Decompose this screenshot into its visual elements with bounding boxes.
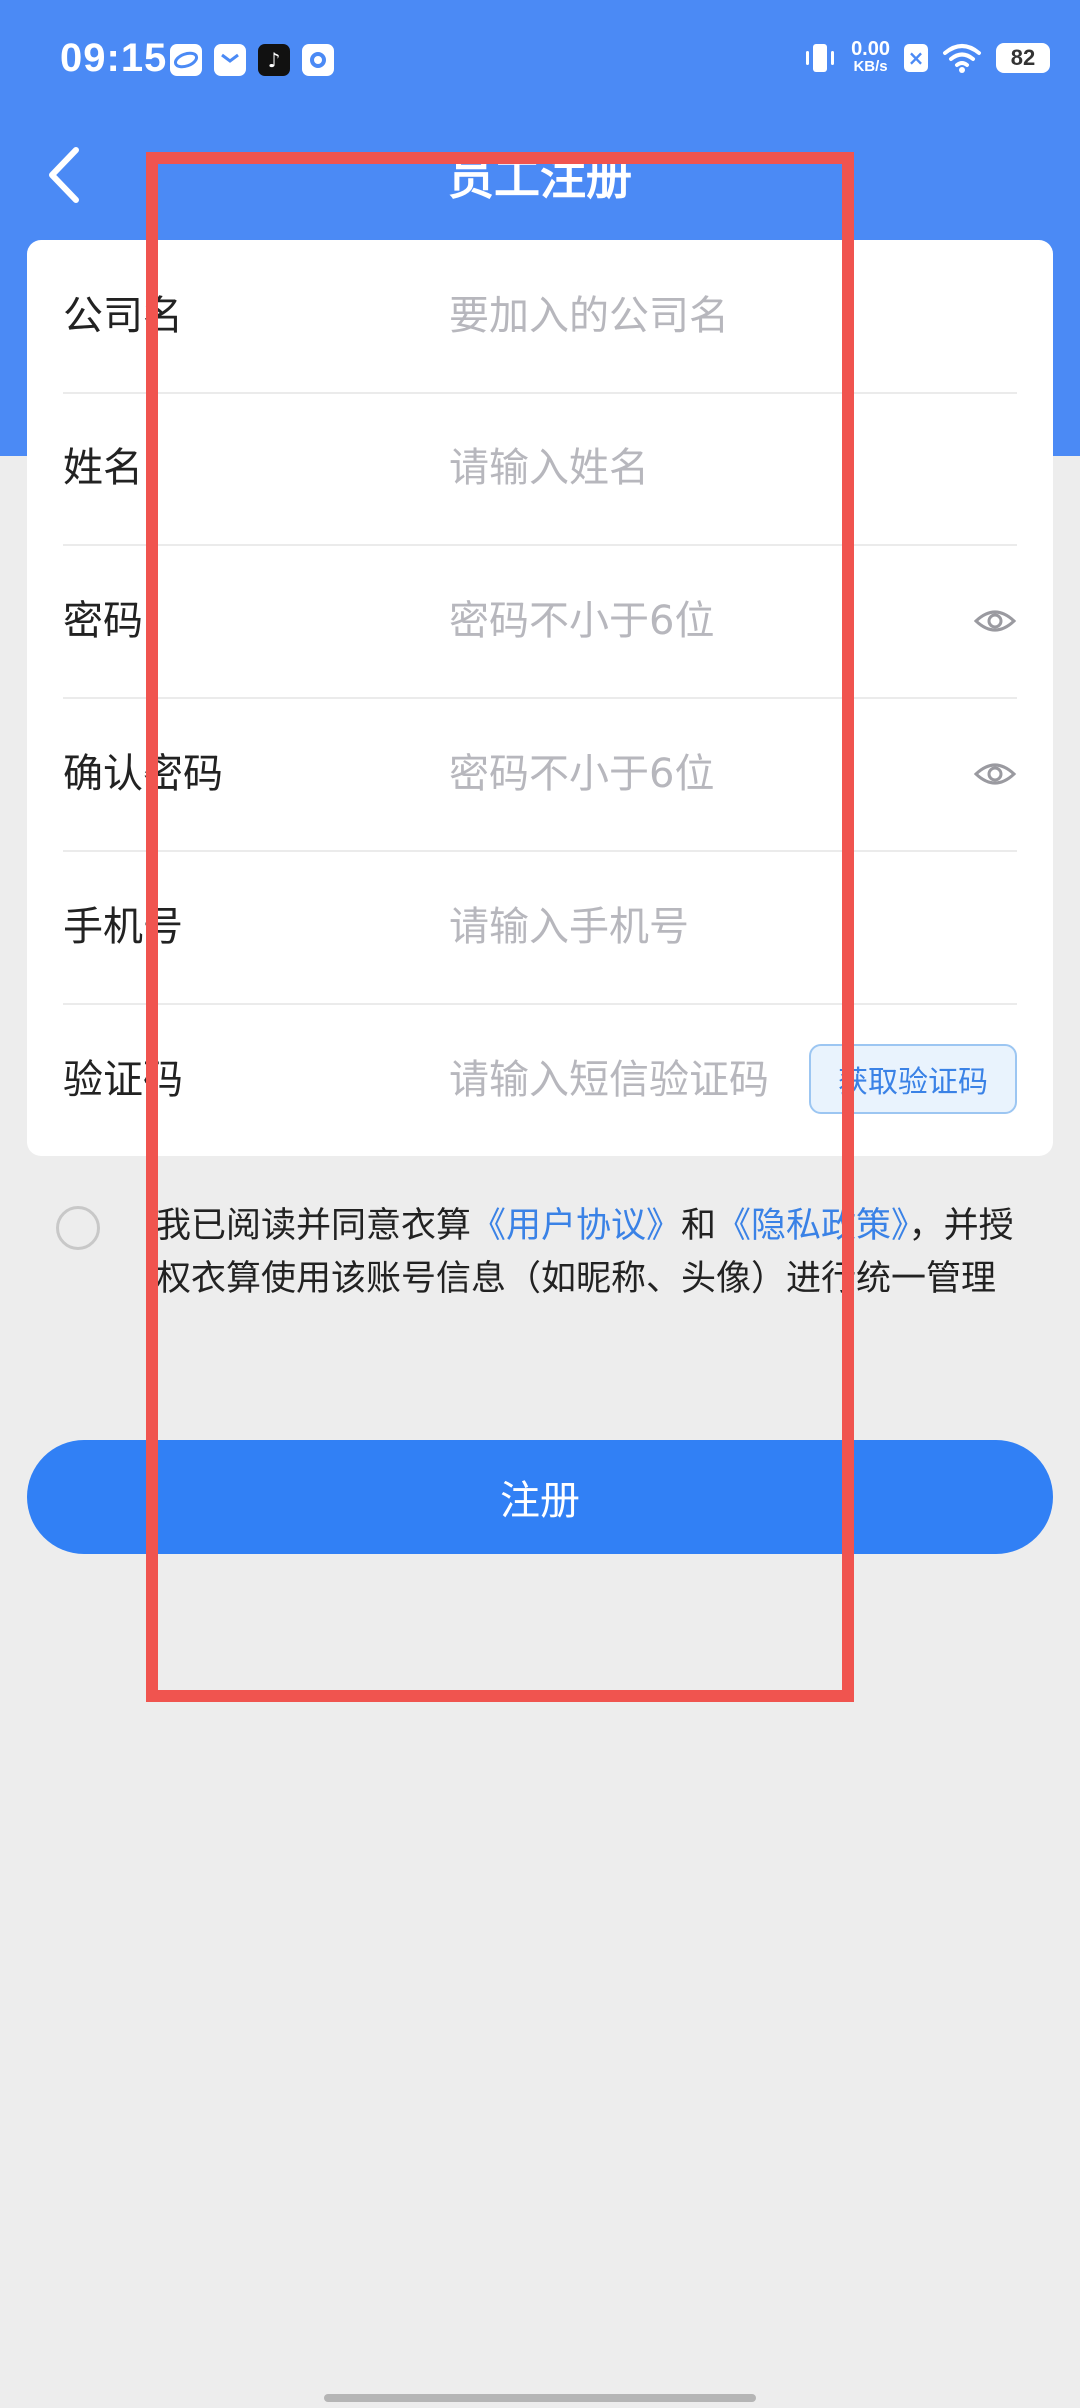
- mail-icon: [214, 44, 246, 76]
- confirm-password-label: 确认密码: [63, 751, 223, 797]
- wifi-icon: [943, 44, 981, 73]
- confirm-password-input[interactable]: [449, 746, 849, 802]
- agreement-text: 我已阅读并同意衣算《用户协议》和《隐私政策》，并授权衣算使用该账号信息（如昵称、…: [156, 1200, 1026, 1306]
- vibrate-icon: [806, 44, 835, 72]
- page-title: 员工注册: [448, 151, 632, 205]
- name-input[interactable]: [449, 440, 849, 496]
- agreement-prefix: 我已阅读并同意衣算: [156, 1206, 472, 1246]
- register-button[interactable]: 注册: [27, 1440, 1053, 1554]
- confirm-password-row: 确认密码: [63, 698, 1017, 852]
- company-input[interactable]: [449, 288, 849, 344]
- agreement-checkbox[interactable]: [56, 1206, 100, 1250]
- battery-icon: 82: [996, 43, 1050, 73]
- phone-label: 手机号: [63, 904, 183, 950]
- tiktok-icon: ♪: [258, 44, 290, 76]
- no-sim-icon: ×: [904, 44, 928, 72]
- verification-code-label: 验证码: [63, 1057, 183, 1103]
- name-row: 姓名: [63, 392, 1017, 546]
- system-icons: 0.00 KB/s × 82: [803, 38, 1050, 76]
- company-row: 公司名: [63, 240, 1017, 394]
- network-speed: 0.00 KB/s: [851, 38, 890, 75]
- eye-icon[interactable]: [973, 752, 1017, 796]
- status-time: 09:15: [60, 36, 168, 80]
- password-input[interactable]: [449, 593, 849, 649]
- name-label: 姓名: [63, 445, 143, 491]
- eye-icon[interactable]: [973, 599, 1017, 643]
- notification-icons: ♪: [170, 44, 334, 76]
- camera-app-icon: [302, 44, 334, 76]
- verification-code-input[interactable]: [449, 1052, 789, 1108]
- registration-screen: 09:15 ♪ 0.00 KB/s × 82 员工注册 公司名 要加入的公司名 …: [0, 0, 1080, 2408]
- agreement-and: 和: [681, 1206, 717, 1246]
- password-row: 密码: [63, 545, 1017, 699]
- verification-code-row: 验证码 获取验证码: [63, 1004, 1017, 1156]
- user-agreement-link[interactable]: 《用户协议》: [471, 1206, 681, 1246]
- cloud-icon: [170, 44, 202, 76]
- phone-row: 手机号: [63, 851, 1017, 1005]
- privacy-policy-link[interactable]: 《隐私政策》: [716, 1206, 909, 1246]
- password-label: 密码: [63, 598, 143, 644]
- get-code-button[interactable]: 获取验证码: [809, 1044, 1017, 1114]
- status-bar: 09:15 ♪ 0.00 KB/s × 82: [0, 0, 1080, 128]
- company-label: 公司名: [63, 293, 183, 339]
- home-indicator[interactable]: [324, 2394, 756, 2402]
- registration-form: 公司名 姓名 密码 确认密码 手机号 验证: [27, 240, 1053, 1156]
- phone-input[interactable]: [449, 899, 849, 955]
